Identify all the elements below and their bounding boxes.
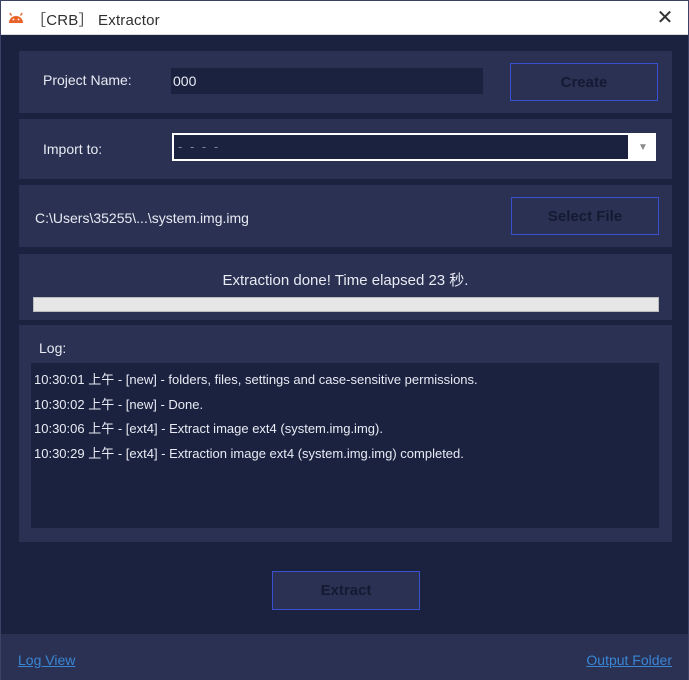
app-window: ［CRB］ Extractor ✕ Project Name: 000 Crea… — [0, 0, 689, 680]
import-to-dropdown[interactable]: - - - - ▼ — [172, 133, 656, 161]
title-bar[interactable]: ［CRB］ Extractor ✕ — [1, 1, 688, 35]
import-panel: Import to: - - - - ▼ — [19, 119, 672, 179]
create-button[interactable]: Create — [510, 63, 658, 101]
log-line: 10:30:29 上午 - [ext4] - Extraction image … — [34, 446, 464, 461]
project-panel: Project Name: 000 Create — [19, 51, 672, 113]
import-to-selected-value: - - - - — [174, 135, 628, 159]
import-to-label: Import to: — [43, 141, 103, 157]
project-name-label: Project Name: — [43, 72, 132, 88]
project-name-input[interactable]: 000 — [171, 68, 483, 94]
log-output[interactable]: 10:30:01 上午 - [new] - folders, files, se… — [31, 363, 659, 528]
log-view-link[interactable]: Log View — [18, 652, 75, 668]
android-icon — [9, 12, 23, 23]
file-panel: C:\Users\35255\...\system.img.img Select… — [19, 185, 672, 247]
chevron-down-icon[interactable]: ▼ — [630, 133, 656, 161]
progress-bar — [33, 297, 659, 312]
file-path-label: C:\Users\35255\...\system.img.img — [35, 210, 249, 226]
log-panel: Log: 10:30:01 上午 - [new] - folders, file… — [19, 325, 672, 542]
log-line: 10:30:01 上午 - [new] - folders, files, se… — [34, 372, 478, 387]
window-title: ［CRB］ Extractor — [31, 12, 160, 29]
progress-panel: Extraction done! Time elapsed 23 秒. — [19, 254, 672, 320]
footer-bar: Log View Output Folder — [1, 634, 688, 680]
extract-button[interactable]: Extract — [272, 571, 420, 610]
close-icon: ✕ — [656, 7, 674, 29]
close-button[interactable]: ✕ — [642, 1, 688, 34]
select-file-button[interactable]: Select File — [511, 197, 659, 235]
log-line: 10:30:06 上午 - [ext4] - Extract image ext… — [34, 421, 383, 436]
log-label: Log: — [39, 340, 67, 356]
log-line: 10:30:02 上午 - [new] - Done. — [34, 397, 204, 412]
output-folder-link[interactable]: Output Folder — [586, 652, 672, 668]
progress-bar-fill — [34, 298, 658, 311]
progress-status: Extraction done! Time elapsed 23 秒. — [222, 272, 469, 289]
